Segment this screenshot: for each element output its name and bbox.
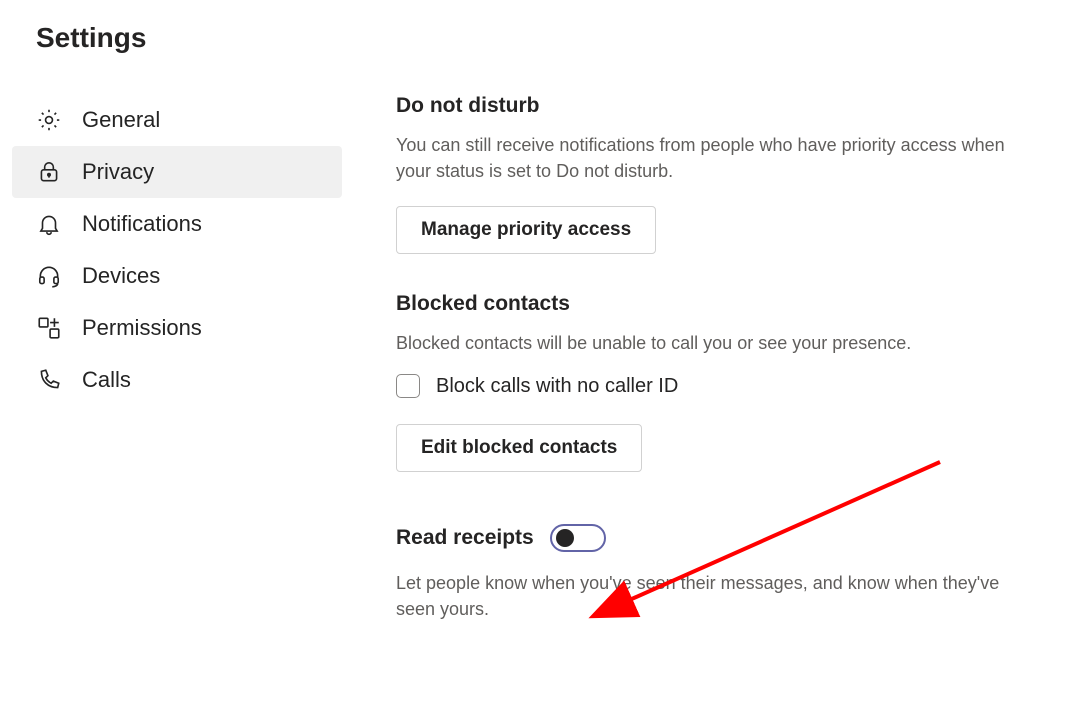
read-receipts-description: Let people know when you've seen their m…	[396, 570, 1042, 622]
read-receipts-toggle[interactable]	[550, 524, 606, 552]
manage-priority-access-button[interactable]: Manage priority access	[396, 206, 656, 254]
lock-icon	[36, 159, 62, 185]
sidebar-item-label: Notifications	[82, 211, 202, 237]
dnd-heading: Do not disturb	[396, 94, 1042, 118]
sidebar-item-general[interactable]: General	[12, 94, 342, 146]
phone-icon	[36, 367, 62, 393]
sidebar-item-calls[interactable]: Calls	[12, 354, 342, 406]
sidebar-item-label: General	[82, 107, 160, 133]
read-receipts-heading: Read receipts	[396, 526, 534, 550]
sidebar-item-label: Calls	[82, 367, 131, 393]
sidebar-item-devices[interactable]: Devices	[12, 250, 342, 302]
blocked-heading: Blocked contacts	[396, 292, 1042, 316]
sidebar-item-label: Permissions	[82, 315, 202, 341]
settings-content: Do not disturb You can still receive not…	[342, 94, 1072, 644]
sidebar-item-label: Devices	[82, 263, 160, 289]
block-no-caller-id-label: Block calls with no caller ID	[436, 375, 678, 398]
block-no-caller-id-row: Block calls with no caller ID	[396, 374, 1042, 398]
apps-icon	[36, 315, 62, 341]
page-title: Settings	[36, 22, 1080, 54]
edit-blocked-contacts-button[interactable]: Edit blocked contacts	[396, 424, 642, 472]
dnd-description: You can still receive notifications from…	[396, 132, 1042, 184]
read-receipts-row: Read receipts	[396, 524, 1042, 552]
settings-sidebar: General Privacy Notifications	[0, 94, 342, 406]
block-no-caller-id-checkbox[interactable]	[396, 374, 420, 398]
sidebar-item-label: Privacy	[82, 159, 154, 185]
blocked-description: Blocked contacts will be unable to call …	[396, 330, 1042, 356]
sidebar-item-permissions[interactable]: Permissions	[12, 302, 342, 354]
toggle-knob	[556, 529, 574, 547]
sidebar-item-notifications[interactable]: Notifications	[12, 198, 342, 250]
gear-icon	[36, 107, 62, 133]
bell-icon	[36, 211, 62, 237]
headset-icon	[36, 263, 62, 289]
sidebar-item-privacy[interactable]: Privacy	[12, 146, 342, 198]
